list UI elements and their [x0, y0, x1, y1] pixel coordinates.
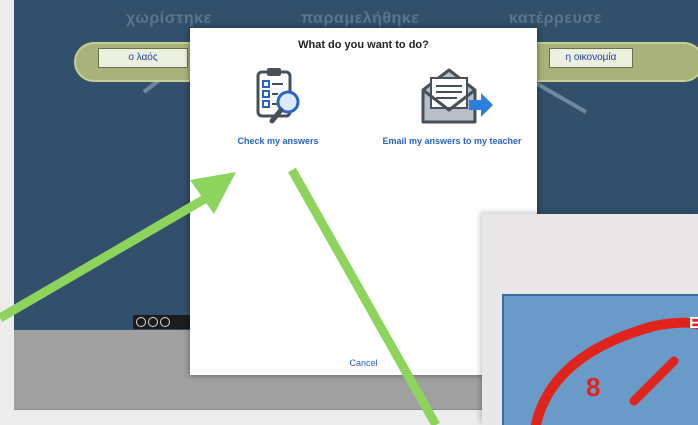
clipboard-checklist-magnifier-icon [256, 68, 300, 124]
email-answers-option[interactable]: Email my answers to my teacher [378, 66, 526, 146]
inset-letter: E [689, 315, 698, 332]
header-word-middle: παραμελήθηκε [301, 10, 420, 27]
inset-image-panel: E 8 [482, 214, 698, 425]
inset-image: E 8 [502, 294, 698, 425]
email-answers-label: Email my answers to my teacher [382, 136, 522, 146]
header-word-left: χωρίστηκε [126, 10, 212, 27]
dialog-title: What do you want to do? [298, 39, 429, 51]
by-icon [148, 317, 158, 327]
check-answers-label: Check my answers [237, 136, 319, 146]
nc-icon [160, 317, 170, 327]
header-word-right: κατέρρευσε [509, 10, 602, 27]
envelope-arrow-icon [421, 68, 493, 124]
cc-icon [136, 317, 146, 327]
creative-commons-badge [133, 315, 193, 329]
inset-logo: E 8 [530, 315, 698, 425]
check-answers-option[interactable]: Check my answers [232, 66, 324, 146]
diagram-spoke [533, 80, 587, 114]
drop-box-left[interactable]: ο λαός [98, 48, 188, 68]
drop-box-right[interactable]: η οικονομία [549, 48, 633, 68]
inset-badge: 8 [586, 372, 600, 402]
